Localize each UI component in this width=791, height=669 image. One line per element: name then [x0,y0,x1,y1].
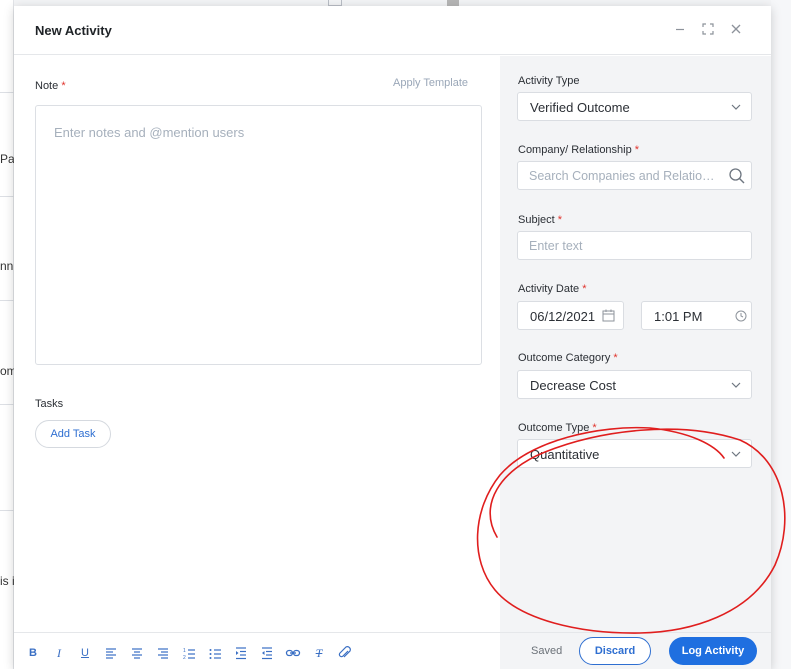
chevron-down-icon [731,104,741,110]
activity-type-value: Verified Outcome [530,100,630,115]
bold-icon[interactable]: B [25,645,41,661]
note-placeholder: Enter notes and @mention users [54,125,245,140]
attachment-icon[interactable] [337,645,353,661]
company-placeholder: Search Companies and Relationships [529,169,719,183]
time-value: 1:01 PM [654,309,703,324]
link-icon[interactable] [285,645,301,661]
modal-header: New Activity [14,6,771,55]
background-text-fragment: Pa [0,152,15,166]
required-mark: * [613,352,618,364]
note-label-text: Note [35,80,59,92]
align-right-icon[interactable] [155,645,171,661]
outcome-type-select[interactable]: Quantitative [517,439,752,468]
time-input[interactable]: 1:01 PM [641,301,752,330]
outdent-icon[interactable] [259,645,275,661]
ordered-list-icon[interactable]: 12 [181,645,197,661]
outcome-category-value: Decrease Cost [530,378,616,393]
subject-input[interactable]: Enter text [517,231,752,260]
bullet-list-icon[interactable] [207,645,223,661]
background-right-panel [771,0,791,669]
required-mark: * [582,283,587,295]
outcome-category-select[interactable]: Decrease Cost [517,370,752,399]
required-mark: * [634,144,640,156]
underline-icon[interactable]: U [77,645,93,661]
outcome-type-label-text: Outcome Type [518,422,590,434]
clock-icon[interactable] [735,310,747,322]
add-task-button[interactable]: Add Task [35,420,111,448]
modal-title: New Activity [35,23,112,38]
company-label: Company/ Relationship * [518,144,639,156]
close-icon[interactable] [727,20,745,38]
indent-icon[interactable] [233,645,249,661]
outcome-type-label: Outcome Type * [518,422,597,434]
background-divider [0,92,14,93]
required-mark: * [61,80,66,92]
outcome-type-value: Quantitative [530,447,600,462]
background-divider [0,510,14,511]
align-center-icon[interactable] [129,645,145,661]
company-label-text: Company/ Relationship [518,144,632,156]
note-textarea[interactable]: Enter notes and @mention users [35,105,482,365]
subject-placeholder: Enter text [529,239,583,253]
chevron-down-icon [731,382,741,388]
background-divider [0,300,14,301]
maximize-icon[interactable] [699,20,717,38]
background-divider [0,196,14,197]
log-activity-button[interactable]: Log Activity [669,637,757,665]
activity-date-label-text: Activity Date [518,283,580,295]
search-icon[interactable] [728,167,746,185]
activity-type-select[interactable]: Verified Outcome [517,92,752,121]
italic-icon[interactable]: I [51,645,67,661]
date-value: 06/12/2021 [530,309,596,324]
date-input[interactable]: 06/12/2021 [517,301,624,330]
svg-text:1: 1 [183,648,186,654]
required-mark: * [557,214,563,226]
discard-button[interactable]: Discard [579,637,651,665]
tasks-label: Tasks [35,398,64,410]
svg-text:2: 2 [183,655,186,661]
outcome-category-label-text: Outcome Category [518,352,611,364]
company-search-input[interactable]: Search Companies and Relationships [517,161,752,190]
subject-label: Subject * [518,214,562,226]
chevron-down-icon [731,451,741,457]
saved-status: Saved [531,645,563,657]
outcome-category-label: Outcome Category * [518,352,618,364]
apply-template-link[interactable]: Apply Template [393,77,468,89]
calendar-icon[interactable] [602,309,615,322]
minimize-icon[interactable] [671,20,689,38]
activity-date-label: Activity Date * [518,283,586,295]
new-activity-modal: New Activity Note * Apply Template Enter… [14,6,771,669]
note-label: Note * [35,80,66,92]
modal-footer: B I U 12 T Saved Discard Log Activity [14,632,771,669]
subject-label-text: Subject [518,214,555,226]
background-text-fragment: is i [0,574,15,588]
background-text-fragment: nn [0,259,14,273]
background-left-panel [0,0,14,669]
align-left-icon[interactable] [103,645,119,661]
background-divider [0,404,14,405]
activity-type-label: Activity Type [518,75,580,87]
clear-format-icon[interactable]: T [311,645,327,661]
required-mark: * [592,422,597,434]
details-panel: Activity Type Verified Outcome Company/ … [500,56,771,632]
